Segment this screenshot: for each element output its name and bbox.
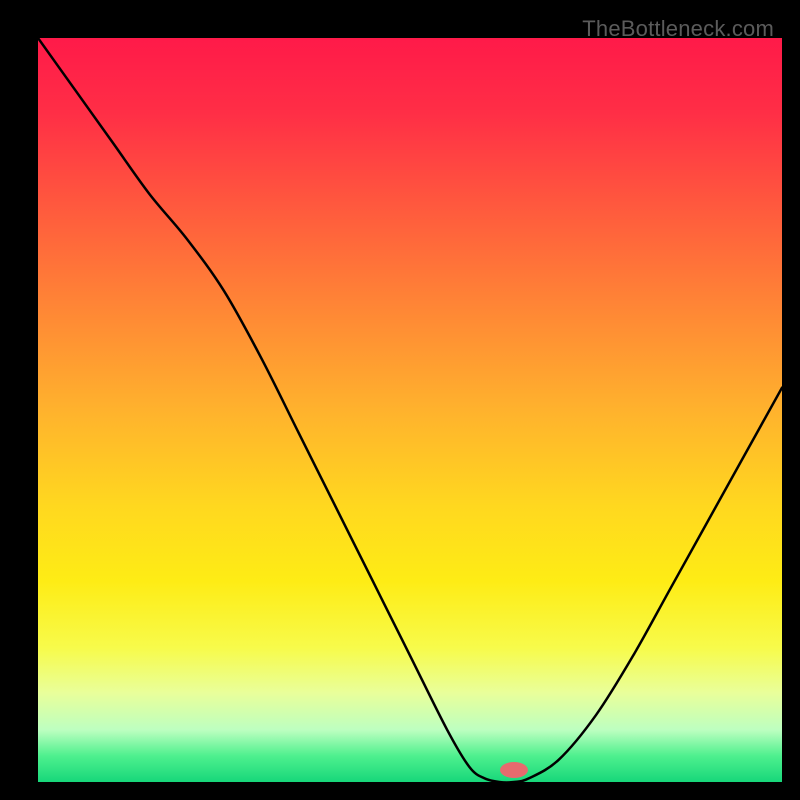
plot-area [38, 38, 782, 782]
optimal-point-marker [500, 762, 528, 778]
watermark-text: TheBottleneck.com [582, 16, 774, 42]
chart-frame: TheBottleneck.com [10, 10, 790, 790]
chart-svg [38, 38, 782, 782]
gradient-background [38, 38, 782, 782]
